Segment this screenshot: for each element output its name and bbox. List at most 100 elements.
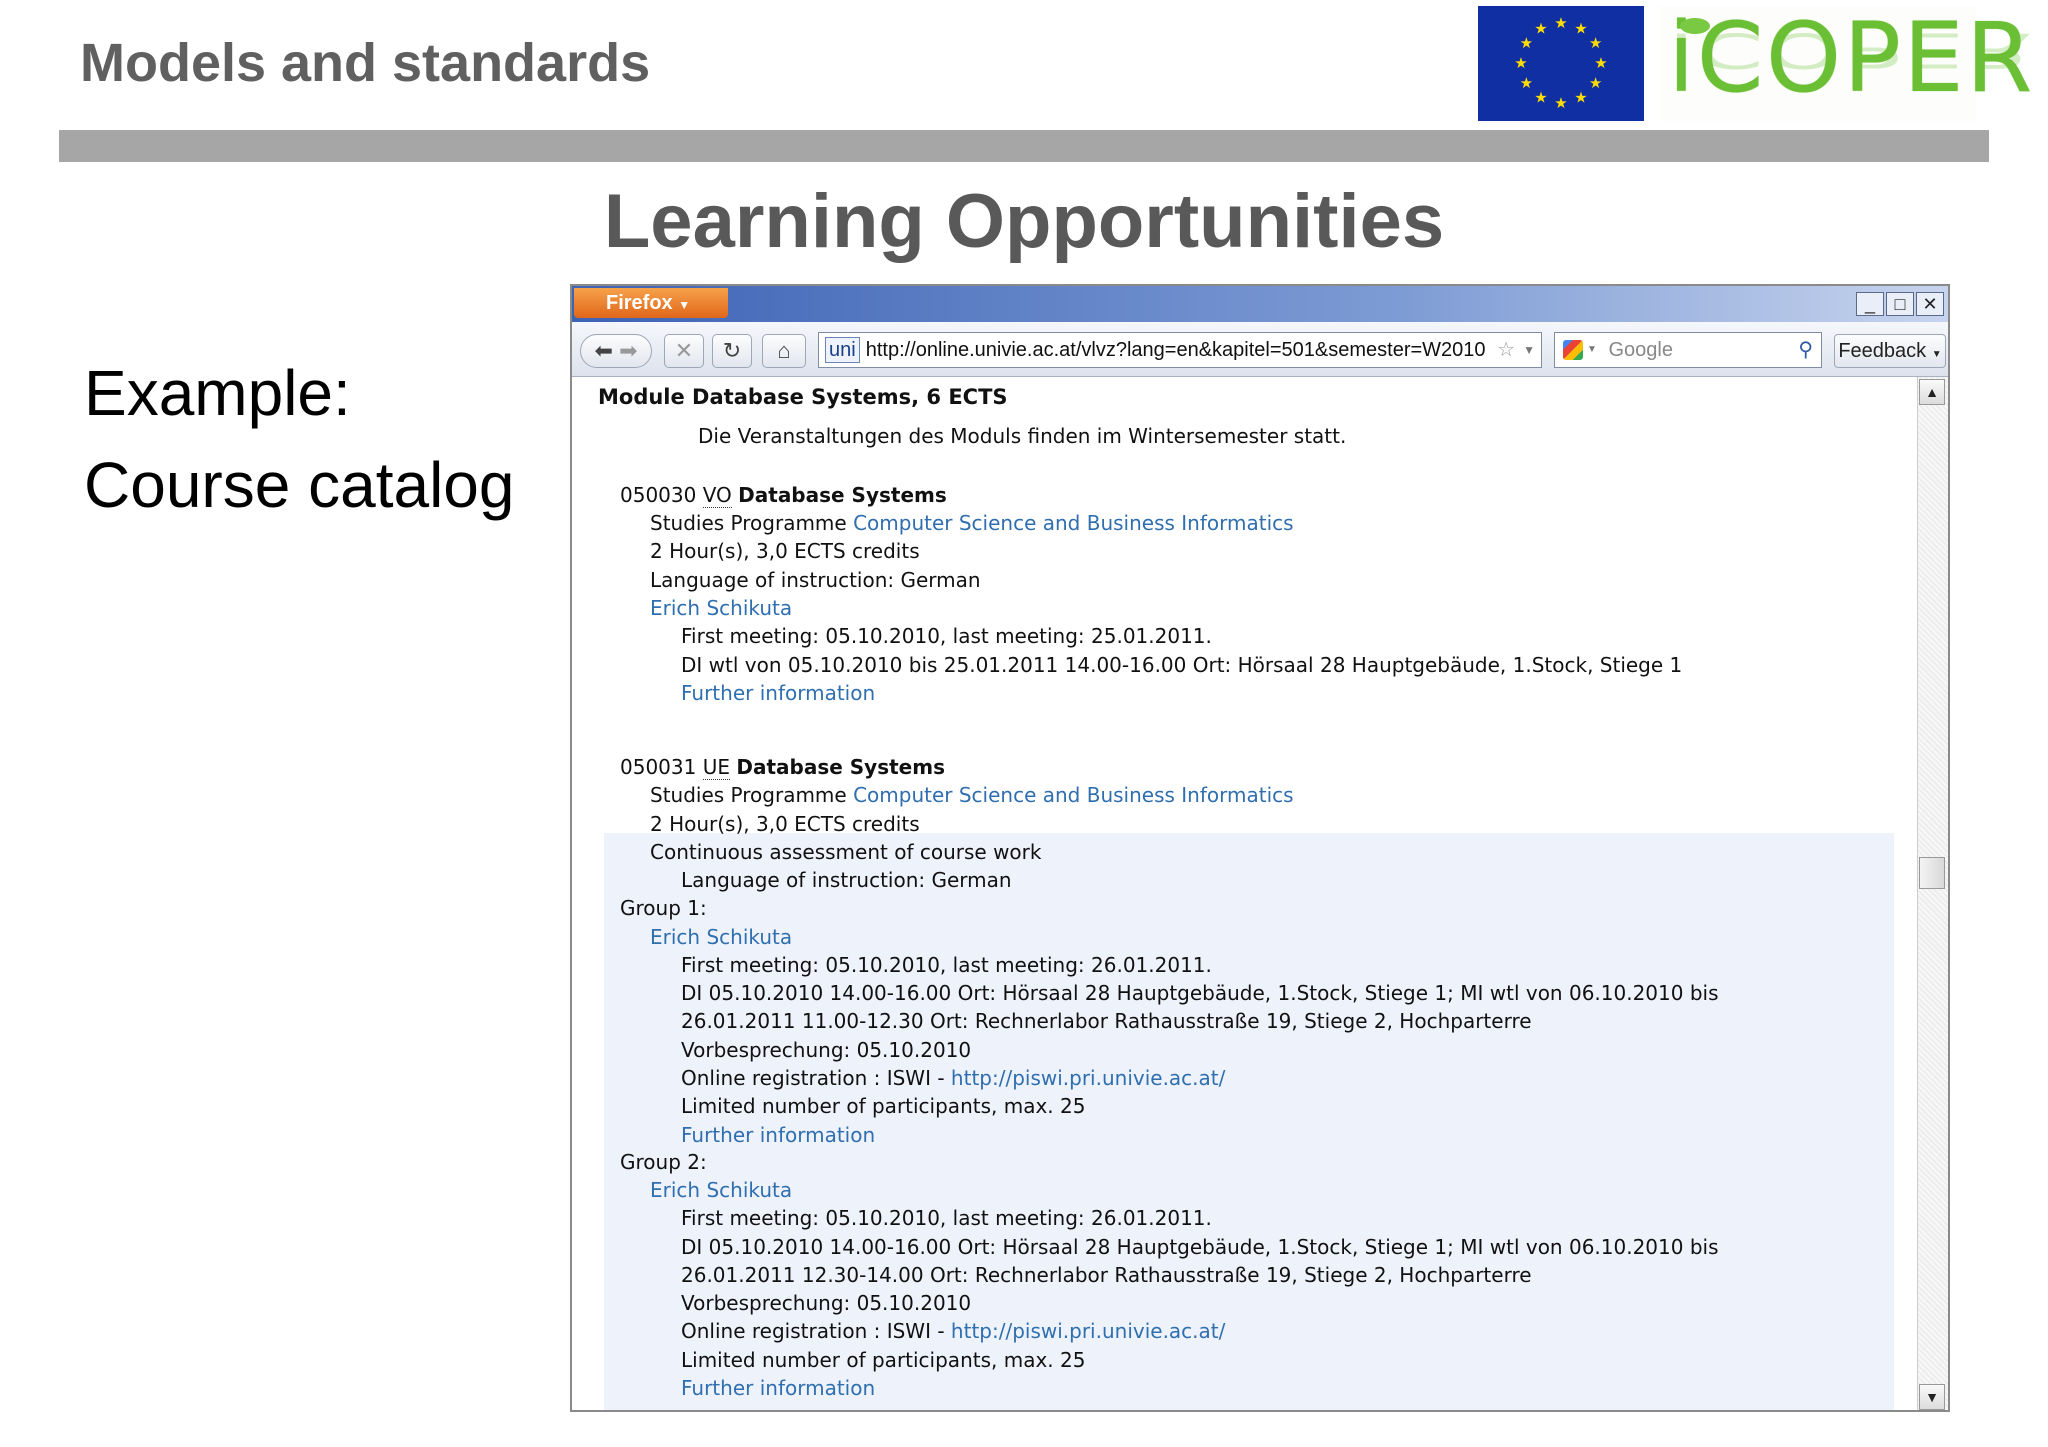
eu-star-icon: ★ xyxy=(1574,90,1587,107)
scroll-up-icon[interactable]: ▲ xyxy=(1919,379,1945,405)
search-placeholder: Google xyxy=(1608,339,1673,361)
course-number: 050031 xyxy=(620,755,697,779)
eu-star-icon: ★ xyxy=(1589,75,1602,92)
search-bar[interactable]: ▼ Google ⚲ xyxy=(1554,332,1822,368)
side-text-course-catalog: Course catalog xyxy=(84,449,515,521)
eu-star-icon: ★ xyxy=(1520,75,1533,92)
home-icon: ⌂ xyxy=(777,338,791,363)
lecturer-link[interactable]: Erich Schikuta xyxy=(650,595,792,621)
leaf-icon xyxy=(1680,18,1710,34)
chevron-down-icon: ▼ xyxy=(678,298,691,312)
course-programme: Studies Programme Computer Science and B… xyxy=(650,782,1294,808)
group-schedule-line1: DI 05.10.2010 14.00-16.00 Ort: Hörsaal 2… xyxy=(681,1235,1719,1259)
chevron-down-icon: ▼ xyxy=(1931,349,1942,360)
site-identity-badge[interactable]: uni xyxy=(825,337,860,363)
eu-flag-logo: ★ ★ ★ ★ ★ ★ ★ ★ ★ ★ ★ ★ xyxy=(1478,6,1644,121)
group-registration: Online registration : ISWI - http://pisw… xyxy=(681,1065,1225,1091)
eu-star-icon: ★ xyxy=(1594,55,1607,72)
back-arrow-icon[interactable]: ⬅ xyxy=(595,338,613,363)
google-engine-icon[interactable] xyxy=(1563,340,1583,360)
eu-star-icon: ★ xyxy=(1534,90,1547,107)
programme-link[interactable]: Computer Science and Business Informatic… xyxy=(853,783,1293,807)
slide-heading: Learning Opportunities xyxy=(603,179,1445,264)
group-limit: Limited number of participants, max. 25 xyxy=(681,1094,1086,1118)
group-label: Group 1: xyxy=(620,896,707,920)
registration-link[interactable]: http://piswi.pri.univie.ac.at/ xyxy=(951,1319,1225,1343)
course-language: Language of instruction: German xyxy=(681,868,1012,892)
side-text-example: Example: xyxy=(84,357,351,429)
course-type: UE xyxy=(702,755,730,780)
eu-star-icon: ★ xyxy=(1520,35,1533,52)
eu-star-icon: ★ xyxy=(1534,20,1547,37)
module-note: Die Veranstaltungen des Moduls finden im… xyxy=(698,424,1347,448)
group-schedule-line1: DI 05.10.2010 14.00-16.00 Ort: Hörsaal 2… xyxy=(681,981,1719,1005)
registration-link[interactable]: http://piswi.pri.univie.ac.at/ xyxy=(951,1066,1225,1090)
eu-star-icon: ★ xyxy=(1554,15,1567,32)
course-language: Language of instruction: German xyxy=(650,568,981,592)
further-information-link[interactable]: Further information xyxy=(681,1375,875,1401)
registration-label: Online registration : ISWI - xyxy=(681,1066,951,1090)
programme-link[interactable]: Computer Science and Business Informatic… xyxy=(853,511,1293,535)
slide-title: Models and standards xyxy=(80,33,651,93)
eu-star-icon: ★ xyxy=(1574,20,1587,37)
course-number: 050030 xyxy=(620,483,697,507)
course-schedule: DI wtl von 05.10.2010 bis 25.01.2011 14.… xyxy=(681,653,1683,677)
scrollbar-thumb[interactable] xyxy=(1919,857,1945,889)
browser-titlebar: Firefox ▼ _ □ ✕ xyxy=(572,286,1948,322)
forward-arrow-icon[interactable]: ➡ xyxy=(619,338,637,363)
url-dropdown-icon[interactable]: ▼ xyxy=(1523,333,1535,367)
group-meetings: First meeting: 05.10.2010, last meeting:… xyxy=(681,1206,1212,1230)
programme-label: Studies Programme xyxy=(650,511,847,535)
registration-label: Online registration : ISWI - xyxy=(681,1319,951,1343)
firefox-menu-button[interactable]: Firefox ▼ xyxy=(574,288,728,318)
bookmark-star-icon[interactable]: ☆ xyxy=(1493,333,1515,367)
search-icon[interactable]: ⚲ xyxy=(1798,333,1813,367)
module-title: Module Database Systems, 6 ECTS xyxy=(598,385,1008,409)
url-text[interactable]: http://online.univie.ac.at/vlvz?lang=en&… xyxy=(866,339,1486,361)
lecturer-link[interactable]: Erich Schikuta xyxy=(650,1177,792,1203)
feedback-label: Feedback xyxy=(1838,340,1927,362)
course-hours: 2 Hour(s), 3,0 ECTS credits xyxy=(650,539,920,563)
url-bar[interactable]: uni http://online.univie.ac.at/vlvz?lang=… xyxy=(818,332,1542,368)
browser-window: Firefox ▼ _ □ ✕ ⬅ ➡ ✕ ↻ ⌂ uni http://onli… xyxy=(570,284,1950,1412)
reload-button[interactable]: ↻ xyxy=(712,334,752,368)
feedback-button[interactable]: Feedback ▼ xyxy=(1834,334,1946,368)
stop-icon: ✕ xyxy=(674,338,694,363)
icoper-logo-text: iCOPER xyxy=(1668,2,2035,114)
close-button[interactable]: ✕ xyxy=(1916,292,1944,316)
scroll-down-icon[interactable]: ▼ xyxy=(1919,1384,1945,1410)
back-forward-button[interactable]: ⬅ ➡ xyxy=(580,334,652,368)
firefox-menu-label: Firefox xyxy=(606,292,673,314)
search-engine-dropdown-icon[interactable]: ▼ xyxy=(1587,344,1597,355)
title-divider-bar xyxy=(59,130,1989,162)
page-content: Module Database Systems, 6 ECTS Die Vera… xyxy=(572,377,1916,1410)
course-type: VO xyxy=(702,483,732,508)
group-meetings: First meeting: 05.10.2010, last meeting:… xyxy=(681,953,1212,977)
programme-label: Studies Programme xyxy=(650,783,847,807)
course-meetings: First meeting: 05.10.2010, last meeting:… xyxy=(681,624,1212,648)
reload-icon: ↻ xyxy=(722,338,742,363)
eu-star-icon: ★ xyxy=(1514,55,1527,72)
course-name: Database Systems xyxy=(738,483,947,507)
course-assessment: Continuous assessment of course work xyxy=(650,840,1042,864)
stop-button[interactable]: ✕ xyxy=(664,334,704,368)
lecturer-link[interactable]: Erich Schikuta xyxy=(650,924,792,950)
minimize-button[interactable]: _ xyxy=(1856,292,1884,316)
group-registration: Online registration : ISWI - http://pisw… xyxy=(681,1318,1225,1344)
course-heading: 050031 UE Database Systems xyxy=(620,754,945,780)
home-button[interactable]: ⌂ xyxy=(762,334,806,368)
further-information-link[interactable]: Further information xyxy=(681,1122,875,1148)
browser-navbar: ⬅ ➡ ✕ ↻ ⌂ uni http://online.univie.ac.at/… xyxy=(572,322,1948,377)
eu-star-icon: ★ xyxy=(1589,35,1602,52)
further-information-link[interactable]: Further information xyxy=(681,680,875,706)
group-schedule-line2: 26.01.2011 11.00-12.30 Ort: Rechnerlabor… xyxy=(681,1009,1532,1033)
eu-star-icon: ★ xyxy=(1554,95,1567,112)
vertical-scrollbar[interactable]: ▲ ▼ xyxy=(1917,377,1948,1410)
course-hours: 2 Hour(s), 3,0 ECTS credits xyxy=(650,812,920,836)
maximize-button[interactable]: □ xyxy=(1886,292,1914,316)
eu-stars-icon: ★ ★★★★★★★★★★★ xyxy=(1514,15,1607,112)
group-prebriefing: Vorbesprechung: 05.10.2010 xyxy=(681,1038,972,1062)
group-label: Group 2: xyxy=(620,1150,707,1174)
icoper-logo: iCOPER iCOPER xyxy=(1660,2,2035,121)
course-heading: 050030 VO Database Systems xyxy=(620,482,947,508)
